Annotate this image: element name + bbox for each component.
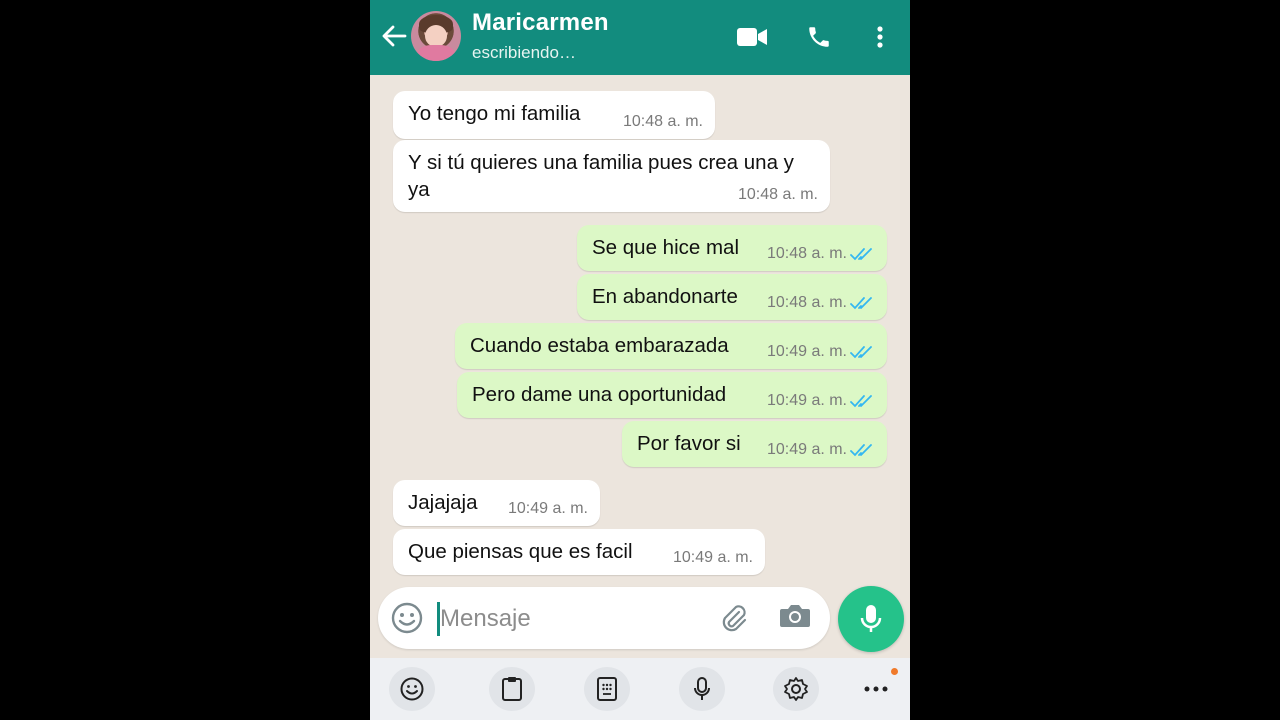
attach-icon[interactable] <box>717 601 751 635</box>
message-input-box[interactable] <box>378 587 830 649</box>
contact-name[interactable]: Maricarmen <box>472 9 609 37</box>
keyboard-toolbar <box>370 658 910 720</box>
message-text: Cuando estaba embarazada <box>470 334 729 357</box>
message-bubble[interactable]: Se que hice mal 10:48 a. m. <box>577 225 887 271</box>
more-vert-icon[interactable] <box>862 20 898 54</box>
message-time: 10:49 a. m. <box>672 549 753 566</box>
settings-icon[interactable] <box>773 667 819 711</box>
contact-avatar[interactable] <box>411 11 461 61</box>
whatsapp-screen: Maricarmen escribiendo… Yo tengo mi fami… <box>370 0 910 720</box>
message-time: 10:48 a. m. <box>766 245 847 262</box>
message-bubble[interactable]: Jajajaja 10:49 a. m. <box>393 480 600 526</box>
read-ticks-icon <box>850 346 872 359</box>
message-text: Que piensas que es facil <box>408 540 633 563</box>
phone-icon[interactable] <box>801 20 837 54</box>
message-text: En abandonarte <box>592 285 738 308</box>
message-time: 10:49 a. m. <box>507 500 588 517</box>
back-arrow-icon[interactable] <box>378 18 410 54</box>
read-ticks-icon <box>850 444 872 457</box>
message-time: 10:49 a. m. <box>766 343 847 360</box>
notification-dot <box>891 668 898 675</box>
message-bubble[interactable]: Que piensas que es facil 10:49 a. m. <box>393 529 765 575</box>
message-text: Por favor si <box>637 432 741 455</box>
clipboard-icon[interactable] <box>489 667 535 711</box>
message-bubble[interactable]: Y si tú quieres una familia pues crea un… <box>393 140 830 212</box>
read-ticks-icon <box>850 395 872 408</box>
keypad-icon[interactable] <box>584 667 630 711</box>
message-text: Jajajaja <box>408 491 478 514</box>
emoji-icon[interactable] <box>390 601 424 635</box>
message-bubble[interactable]: Por favor si 10:49 a. m. <box>622 421 887 467</box>
mic-icon[interactable] <box>838 586 904 652</box>
message-bubble[interactable]: Pero dame una oportunidad 10:49 a. m. <box>457 372 887 418</box>
mic-icon[interactable] <box>679 667 725 711</box>
emoji-icon[interactable] <box>389 667 435 711</box>
message-bubble[interactable]: En abandonarte 10:48 a. m. <box>577 274 887 320</box>
video-call-icon[interactable] <box>734 20 770 54</box>
message-time: 10:49 a. m. <box>766 441 847 458</box>
camera-icon[interactable] <box>779 601 815 635</box>
message-time: 10:49 a. m. <box>766 392 847 409</box>
message-text: Yo tengo mi familia <box>408 102 581 125</box>
message-time: 10:48 a. m. <box>737 186 818 203</box>
chat-header: Maricarmen escribiendo… <box>370 0 910 75</box>
message-text: Pero dame una oportunidad <box>472 383 727 406</box>
message-time: 10:48 a. m. <box>622 113 703 130</box>
read-ticks-icon <box>850 248 872 261</box>
message-time: 10:48 a. m. <box>766 294 847 311</box>
more-horiz-icon[interactable] <box>858 676 894 702</box>
message-bubble[interactable]: Yo tengo mi familia 10:48 a. m. <box>393 91 715 139</box>
composer <box>370 583 910 658</box>
read-ticks-icon <box>850 297 872 310</box>
message-text: Se que hice mal <box>592 236 740 259</box>
message-input[interactable] <box>438 600 702 638</box>
message-bubble[interactable]: Cuando estaba embarazada 10:49 a. m. <box>455 323 887 369</box>
message-list[interactable]: Yo tengo mi familia 10:48 a. m. Y si tú … <box>370 75 910 583</box>
typing-status: escribiendo… <box>472 43 576 62</box>
